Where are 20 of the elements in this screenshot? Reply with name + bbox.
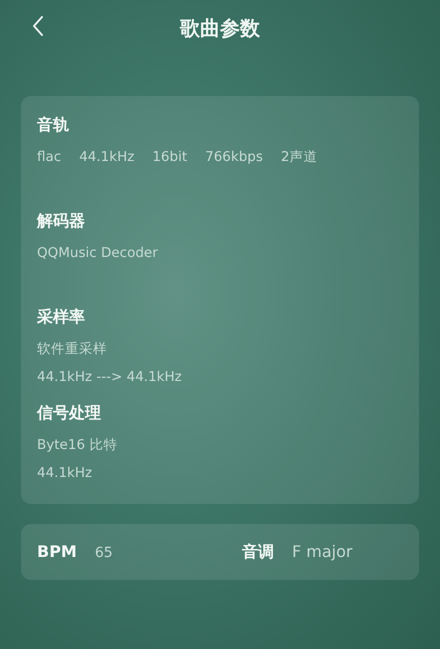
section-title: 信号处理	[37, 402, 101, 424]
page-title: 歌曲参数	[180, 15, 260, 42]
section-title: 音轨	[37, 114, 69, 136]
section-value: 软件重采样	[37, 340, 107, 359]
section-value: 16bit	[152, 148, 188, 167]
summary-value: F major	[292, 541, 352, 563]
section-value: 766kbps	[205, 148, 263, 167]
summary-label: 音调	[242, 541, 274, 563]
section-value: QQMusic Decoder	[37, 244, 158, 263]
section-value: 44.1kHz ---> 44.1kHz	[37, 368, 182, 387]
summary-label: BPM	[37, 541, 77, 563]
section-value: 2声道	[280, 148, 318, 167]
section-title: 解码器	[37, 210, 85, 232]
summary-value: 65	[94, 544, 113, 563]
section-title: 采样率	[37, 306, 85, 328]
section-value: 44.1kHz	[37, 464, 92, 483]
back-icon[interactable]	[32, 15, 44, 37]
section-value: flac	[37, 148, 62, 167]
section-value: Byte16 比特	[37, 436, 118, 455]
section-value: 44.1kHz	[79, 148, 134, 167]
